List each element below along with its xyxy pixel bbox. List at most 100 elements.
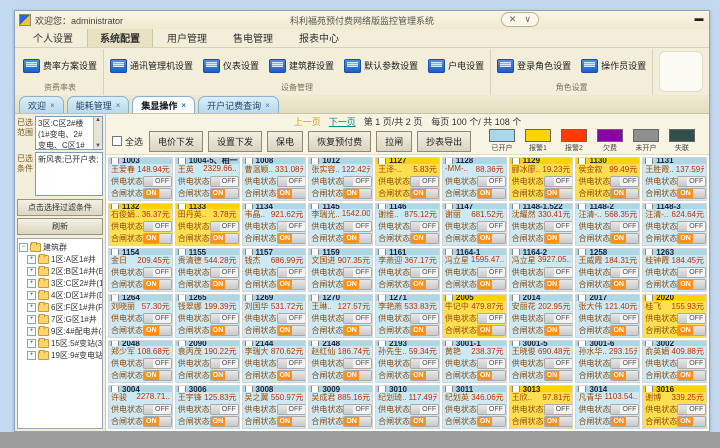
meter-card[interactable]: 3009吴成君885.16元供电状态OFF合闸状态ON <box>308 385 373 429</box>
meter-card[interactable]: 1133田丹英..3.78元供电状态OFF合闸状态ON <box>175 203 240 247</box>
meter-card[interactable]: 1161李燕迎367.17元供电状态OFF合闸状态ON <box>375 248 440 292</box>
meter-card[interactable]: 3011纪划英346.06元供电状态OFF合闸状态ON <box>442 385 507 429</box>
switch-toggle-on[interactable]: ON <box>544 279 573 290</box>
refresh-button[interactable]: 刷新 <box>17 218 103 235</box>
tab-close-icon[interactable]: × <box>116 101 121 110</box>
supply-toggle-off[interactable]: OFF <box>277 358 306 369</box>
meter-card[interactable]: 2090袁丙茂190.22元供电状态OFF合闸状态ON <box>175 340 240 384</box>
meter-card[interactable]: 1132石俊娟..36.37元供电状态OFF合闸状态ON <box>108 203 173 247</box>
meter-card[interactable]: 1146谢维..875.12元供电状态OFF合闸状态ON <box>375 203 440 247</box>
supply-toggle-off[interactable]: OFF <box>677 404 706 415</box>
meter-card[interactable]: 1258王威霞184.31元供电状态OFF合闸状态ON <box>575 248 640 292</box>
meter-card[interactable]: 2048郑少军108.68元供电状态OFF合闸状态ON <box>108 340 173 384</box>
switch-toggle-on[interactable]: ON <box>343 279 372 290</box>
action-button[interactable]: 抄表导出 <box>417 131 471 152</box>
meter-card[interactable]: 1148-1,522沈耀然330.41元供电状态OFF合闸状态ON <box>509 203 574 247</box>
action-button[interactable]: 拉闸 <box>376 131 412 152</box>
switch-toggle-on[interactable]: ON <box>410 188 439 199</box>
supply-toggle-off[interactable]: OFF <box>477 313 506 324</box>
supply-toggle-off[interactable]: OFF <box>477 267 506 278</box>
ribbon-button[interactable]: 仪表设置 <box>201 58 261 74</box>
meter-card[interactable]: 3014凡青华1103.54..供电状态OFF合闸状态ON <box>575 385 640 429</box>
tab-1[interactable]: 欢迎× <box>19 96 64 113</box>
supply-toggle-off[interactable]: OFF <box>210 221 239 232</box>
meter-card[interactable]: 1265钱翠娜199.39元供电状态OFF合闸状态ON <box>175 294 240 338</box>
meter-card[interactable]: 1148-3汪清-..624.64元供电状态OFF合闸状态ON <box>642 203 707 247</box>
ribbon-collapse-control[interactable]: ✕ ∨ <box>501 12 539 27</box>
supply-toggle-off[interactable]: OFF <box>544 358 573 369</box>
switch-toggle-on[interactable]: ON <box>343 325 372 336</box>
switch-toggle-on[interactable]: ON <box>610 188 639 199</box>
switch-toggle-on[interactable]: ON <box>677 325 706 336</box>
switch-toggle-on[interactable]: ON <box>143 370 172 381</box>
expand-icon[interactable]: + <box>27 267 36 276</box>
supply-toggle-off[interactable]: OFF <box>677 221 706 232</box>
switch-toggle-on[interactable]: ON <box>677 370 706 381</box>
meter-card[interactable]: 3006王宇锋125.83元供电状态OFF合闸状态ON <box>175 385 240 429</box>
tree-item[interactable]: +7区:G区1#井 <box>19 314 101 325</box>
meter-card[interactable]: 1164-1冯立星1595.47..供电状态OFF合闸状态ON <box>442 248 507 292</box>
ribbon-button[interactable]: 登录角色设置 <box>495 58 573 74</box>
switch-toggle-on[interactable]: ON <box>410 279 439 290</box>
action-button[interactable]: 电价下发 <box>149 131 203 152</box>
switch-toggle-on[interactable]: ON <box>210 279 239 290</box>
tab-3[interactable]: 集显操作× <box>132 96 195 113</box>
switch-toggle-on[interactable]: ON <box>343 370 372 381</box>
switch-toggle-on[interactable]: ON <box>410 416 439 427</box>
supply-toggle-off[interactable]: OFF <box>343 358 372 369</box>
tree-item[interactable]: +1区:A区1#井 <box>19 254 101 265</box>
switch-toggle-on[interactable]: ON <box>343 188 372 199</box>
supply-toggle-off[interactable]: OFF <box>143 404 172 415</box>
meter-card[interactable]: 2193孙先生..59.34元供电状态OFF合闸状态ON <box>375 340 440 384</box>
supply-toggle-off[interactable]: OFF <box>477 404 506 415</box>
supply-toggle-off[interactable]: OFF <box>544 176 573 187</box>
meter-card[interactable]: 1008曹温颖..331.08元供电状态OFF合闸状态ON <box>242 157 307 201</box>
supply-toggle-off[interactable]: OFF <box>610 176 639 187</box>
tab-4[interactable]: 开户记费查询× <box>198 96 279 113</box>
expand-icon[interactable]: + <box>27 291 36 300</box>
switch-toggle-on[interactable]: ON <box>477 188 506 199</box>
switch-toggle-on[interactable]: ON <box>210 188 239 199</box>
supply-toggle-off[interactable]: OFF <box>210 358 239 369</box>
switch-toggle-on[interactable]: ON <box>277 279 306 290</box>
supply-toggle-off[interactable]: OFF <box>143 313 172 324</box>
expand-icon[interactable]: + <box>27 351 36 360</box>
switch-toggle-on[interactable]: ON <box>277 188 306 199</box>
meter-card[interactable]: 1128-MM-..88.36元供电状态OFF合闸状态ON <box>442 157 507 201</box>
switch-toggle-on[interactable]: ON <box>544 325 573 336</box>
switch-toggle-on[interactable]: ON <box>143 416 172 427</box>
meter-card[interactable]: 1129郦冰廖..19.23元供电状态OFF合闸状态ON <box>509 157 574 201</box>
meter-card[interactable]: 3001-5王晓俊690.48元供电状态OFF合闸状态ON <box>509 340 574 384</box>
expand-icon[interactable]: + <box>27 315 36 324</box>
close-icon[interactable]: ✕ <box>509 14 517 25</box>
tree-item[interactable]: +2区:B区1#井(B区 <box>19 266 101 277</box>
switch-toggle-on[interactable]: ON <box>277 370 306 381</box>
expand-icon[interactable]: + <box>27 339 36 348</box>
ribbon-button[interactable]: 默认参数设置 <box>342 58 420 74</box>
supply-toggle-off[interactable]: OFF <box>143 267 172 278</box>
meter-card[interactable]: 1127王泽-..5.83元供电状态OFF合闸状态ON <box>375 157 440 201</box>
meter-card[interactable]: 1155贵清德544.28元供电状态OFF合闸状态ON <box>175 248 240 292</box>
supply-toggle-off[interactable]: OFF <box>277 404 306 415</box>
switch-toggle-on[interactable]: ON <box>210 325 239 336</box>
switch-toggle-on[interactable]: ON <box>210 233 239 244</box>
meter-card[interactable]: 1145李瑞光..1542.00..供电状态OFF合闸状态ON <box>308 203 373 247</box>
meter-card[interactable]: 1134韦晶..921.62元供电状态OFF合闸状态ON <box>242 203 307 247</box>
supply-toggle-off[interactable]: OFF <box>544 404 573 415</box>
switch-toggle-on[interactable]: ON <box>343 416 372 427</box>
meter-card[interactable]: 1159文国进907.35元供电状态OFF合闸状态ON <box>308 248 373 292</box>
chevron-down-icon[interactable]: ∨ <box>524 14 531 25</box>
expand-icon[interactable]: + <box>27 279 36 288</box>
menu-item-4[interactable]: 售电管理 <box>221 28 285 47</box>
switch-toggle-on[interactable]: ON <box>410 233 439 244</box>
checkbox-icon[interactable] <box>112 136 122 146</box>
meter-card[interactable]: 1004-5、相一王英2329.66..供电状态OFF合闸状态ON <box>175 157 240 201</box>
switch-toggle-on[interactable]: ON <box>143 325 172 336</box>
supply-toggle-off[interactable]: OFF <box>410 404 439 415</box>
supply-toggle-off[interactable]: OFF <box>610 267 639 278</box>
switch-toggle-on[interactable]: ON <box>210 370 239 381</box>
supply-toggle-off[interactable]: OFF <box>544 313 573 324</box>
ribbon-button[interactable]: 户电设置 <box>426 58 486 74</box>
switch-toggle-on[interactable]: ON <box>544 370 573 381</box>
switch-toggle-on[interactable]: ON <box>610 416 639 427</box>
